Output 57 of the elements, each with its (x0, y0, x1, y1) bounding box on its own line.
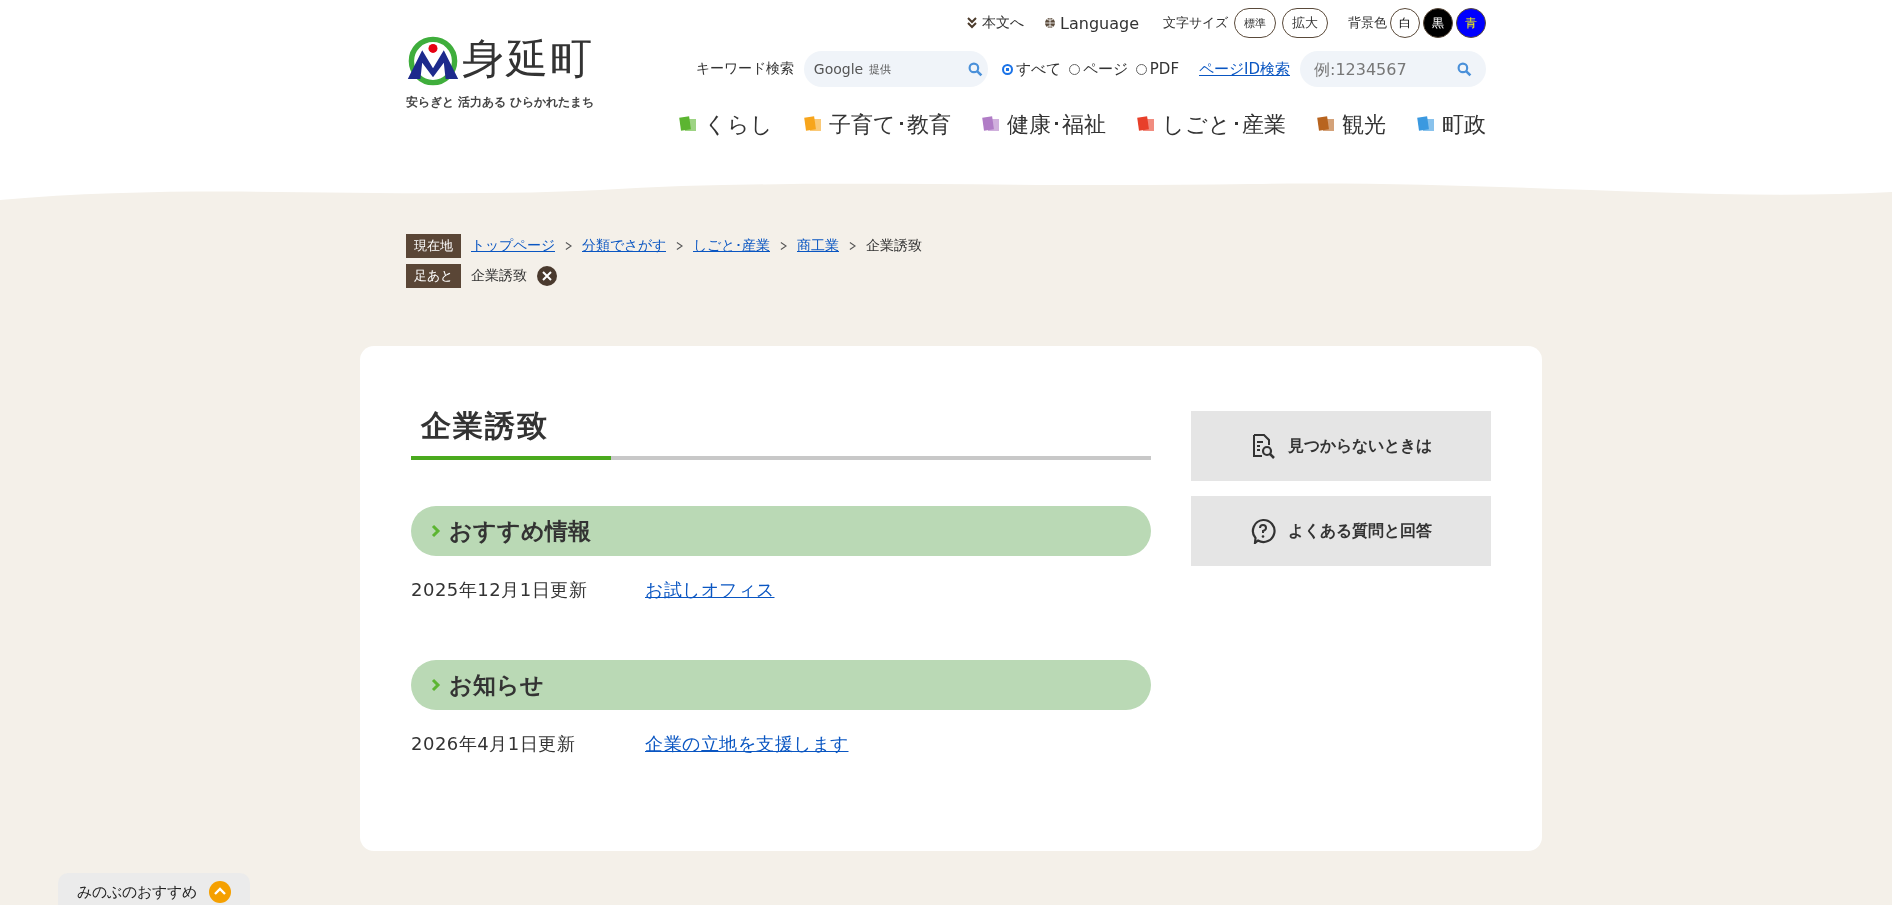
breadcrumb-link[interactable]: しごと･産業 (693, 237, 770, 255)
footprint-link[interactable]: 企業誘致 (471, 267, 527, 285)
update-date: 2026年4月1日更新 (411, 732, 577, 756)
font-size-button[interactable]: 拡大 (1282, 8, 1328, 38)
background-color-label: 背景色 (1348, 14, 1387, 32)
background-color-button[interactable]: 青 (1456, 8, 1486, 38)
search-field[interactable]: Google 提供 (803, 51, 988, 87)
article-link[interactable]: お試しオフィス (645, 578, 775, 602)
chevron-icon (780, 241, 787, 251)
breadcrumb-current: 企業誘致 (866, 237, 922, 255)
chevron-icon (431, 524, 441, 538)
background-color-button[interactable]: 黒 (1423, 8, 1453, 38)
section-heading: おすすめ情報 (411, 506, 1151, 556)
sidebar-button[interactable]: 見つからないときは (1191, 411, 1491, 481)
close-icon[interactable] (537, 266, 557, 286)
nav-link[interactable]: 健康･福祉 (981, 110, 1106, 140)
breadcrumb-link[interactable]: トップページ (471, 237, 555, 255)
logo-icon (406, 34, 460, 88)
site-name[interactable]: 身延町 (462, 34, 595, 84)
chevron-up-icon (209, 881, 231, 903)
skip-link[interactable]: 本文へ (966, 14, 1025, 32)
language-link[interactable]: Language (1044, 13, 1139, 33)
nav-link[interactable]: 観光 (1316, 110, 1386, 140)
section-heading: お知らせ (411, 660, 1151, 710)
footprints-label: 足あと (406, 264, 461, 288)
double-chevron-icon (966, 17, 979, 29)
breadcrumb-link[interactable]: 分類でさがす (582, 237, 666, 255)
chevron-icon (849, 241, 856, 251)
search-icon[interactable] (1457, 61, 1472, 77)
recommend-tab[interactable]: みのぶのおすすめ (58, 873, 250, 905)
chevron-icon (565, 241, 572, 251)
sidebar-button[interactable]: よくある質問と回答 (1191, 496, 1491, 566)
chevron-icon (431, 678, 441, 692)
page-id-search-link[interactable]: ページID検索 (1199, 59, 1290, 79)
keyword-search-label: キーワード検索 (695, 60, 794, 78)
nav-link[interactable]: 子育て･教育 (803, 110, 951, 140)
nav-link[interactable]: 町政 (1416, 110, 1486, 140)
document-search-icon (1250, 433, 1276, 459)
current-location-label: 現在地 (406, 234, 461, 258)
scope-radio[interactable]: すべて (1001, 59, 1061, 79)
page-title: 企業誘致 (420, 407, 550, 445)
scope-radio[interactable]: ページ (1068, 59, 1128, 79)
background-color-button[interactable]: 白 (1390, 8, 1420, 38)
chevron-icon (676, 241, 683, 251)
scope-radio[interactable]: PDF (1135, 60, 1179, 78)
nav-link[interactable]: くらし (678, 110, 773, 140)
globe-icon (1044, 17, 1057, 29)
update-date: 2025年12月1日更新 (411, 578, 589, 602)
font-size-button[interactable]: 標準 (1234, 8, 1276, 38)
tagline: 安らぎと 活力ある ひらかれたまち (406, 94, 595, 111)
breadcrumb-link[interactable]: 商工業 (797, 237, 839, 255)
nav-link[interactable]: しごと･産業 (1136, 110, 1286, 140)
article-link[interactable]: 企業の立地を支援します (645, 732, 849, 756)
page-id-field[interactable]: 例:1234567 (1300, 51, 1486, 87)
search-icon[interactable] (967, 61, 983, 77)
font-size-label: 文字サイズ (1163, 14, 1228, 32)
question-bubble-icon (1250, 518, 1276, 544)
